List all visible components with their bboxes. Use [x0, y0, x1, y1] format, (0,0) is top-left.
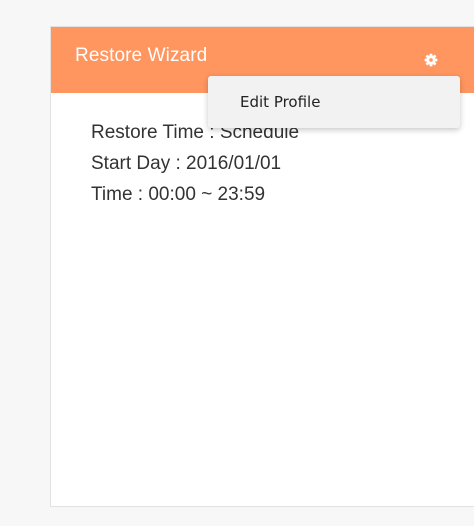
gear-dropdown-menu: Edit Profile [208, 76, 460, 128]
start-day-line: Start Day : 2016/01/01 [91, 153, 282, 174]
menu-item-edit-profile[interactable]: Edit Profile [208, 84, 460, 120]
panel-title: Restore Wizard [75, 45, 208, 66]
gear-icon[interactable] [424, 53, 438, 67]
time-range-line: Time : 00:00 ~ 23:59 [91, 184, 266, 205]
page: Restore Wizard Restore Time : Schedule S… [0, 0, 474, 526]
panel-body: Restore Time : Schedule Start Day : 2016… [91, 117, 299, 210]
